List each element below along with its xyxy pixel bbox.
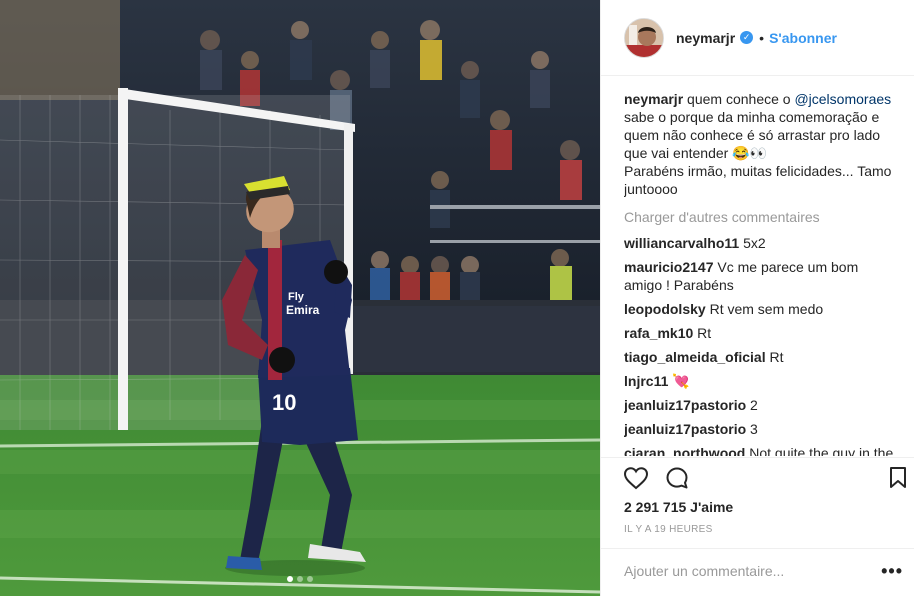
comment-item: tiago_almeida_oficial Rt [624, 348, 896, 366]
follow-button[interactable]: S'abonner [769, 30, 837, 46]
carousel-dot[interactable] [287, 576, 293, 582]
post-header: neymarjr ✓ • S'abonner [601, 0, 914, 76]
bookmark-icon[interactable] [889, 466, 907, 490]
avatar[interactable] [624, 17, 664, 58]
comment-item: leopodolsky Rt vem sem medo [624, 300, 896, 318]
comment-item: rafa_mk10 Rt [624, 324, 896, 342]
comment-username[interactable]: leopodolsky [624, 301, 706, 317]
comment-item: lnjrc11 💘 [624, 372, 896, 390]
post-side-panel: neymarjr ✓ • S'abonner neymarjr quem con… [600, 0, 914, 596]
more-options-button[interactable]: ••• [881, 561, 903, 582]
comments-list[interactable]: neymarjr quem conhece o @jcelsomoraes sa… [624, 90, 896, 456]
separator-bullet: • [759, 29, 765, 46]
header-username[interactable]: neymarjr [676, 30, 735, 46]
comment-username[interactable]: tiago_almeida_oficial [624, 349, 766, 365]
caption-text: quem conhece o [683, 91, 795, 107]
comment-item: jeanluiz17pastorio 3 [624, 420, 896, 438]
carousel-indicator [0, 576, 600, 582]
carousel-dot[interactable] [307, 576, 313, 582]
caption-text: sabe o porque da minha comemoração e que… [624, 109, 892, 197]
comment-username[interactable]: jeanluiz17pastorio [624, 421, 746, 437]
svg-text:10: 10 [272, 390, 296, 415]
caption-username[interactable]: neymarjr [624, 91, 683, 107]
photo-illustration: 10 Fly Emira [0, 0, 600, 596]
post-timestamp[interactable]: IL Y A 19 HEURES [624, 524, 713, 535]
heart-outline-icon[interactable] [623, 466, 649, 490]
comment-username[interactable]: ciaran_northwood [624, 445, 745, 456]
action-bar [601, 457, 914, 497]
caption-mention-link[interactable]: @jcelsomoraes [794, 91, 891, 107]
comment-text: Rt [769, 349, 784, 365]
comment-text: Rt [697, 325, 712, 341]
carousel-dot[interactable] [297, 576, 303, 582]
comment-item: ciaran_northwood Not quite the guy in th… [624, 444, 896, 456]
comment-username[interactable]: jeanluiz17pastorio [624, 397, 746, 413]
comment-text: 5x2 [743, 235, 766, 251]
likes-count[interactable]: 2 291 715 J'aime [624, 499, 733, 515]
post-photo[interactable]: 10 Fly Emira [0, 0, 600, 596]
comment-text: Rt vem sem medo [709, 301, 824, 317]
comment-text: 2 [750, 397, 758, 413]
comment-username[interactable]: mauricio2147 [624, 259, 714, 275]
verified-badge-icon: ✓ [740, 31, 754, 44]
add-comment-bar: ••• [601, 548, 914, 596]
speech-bubble-icon[interactable] [665, 466, 689, 490]
svg-text:Fly: Fly [288, 291, 305, 303]
comment-text: Not quite the guy in the [749, 445, 894, 456]
comment-username[interactable]: rafa_mk10 [624, 325, 693, 341]
add-comment-input[interactable] [624, 563, 864, 579]
comment-item: jeanluiz17pastorio 2 [624, 396, 896, 414]
comment-text: 💘 [672, 373, 690, 389]
comment-text: 3 [750, 421, 758, 437]
svg-text:Emira: Emira [286, 303, 320, 317]
comment-item: williancarvalho11 5x2 [624, 234, 896, 252]
post-caption: neymarjr quem conhece o @jcelsomoraes sa… [624, 90, 896, 198]
comment-item: mauricio2147 Vc me parece um bom amigo !… [624, 258, 896, 294]
avatar-image [625, 18, 663, 57]
comment-username[interactable]: lnjrc11 [624, 373, 668, 389]
comment-username[interactable]: williancarvalho11 [624, 235, 739, 251]
load-more-comments-button[interactable]: Charger d'autres commentaires [624, 208, 896, 226]
